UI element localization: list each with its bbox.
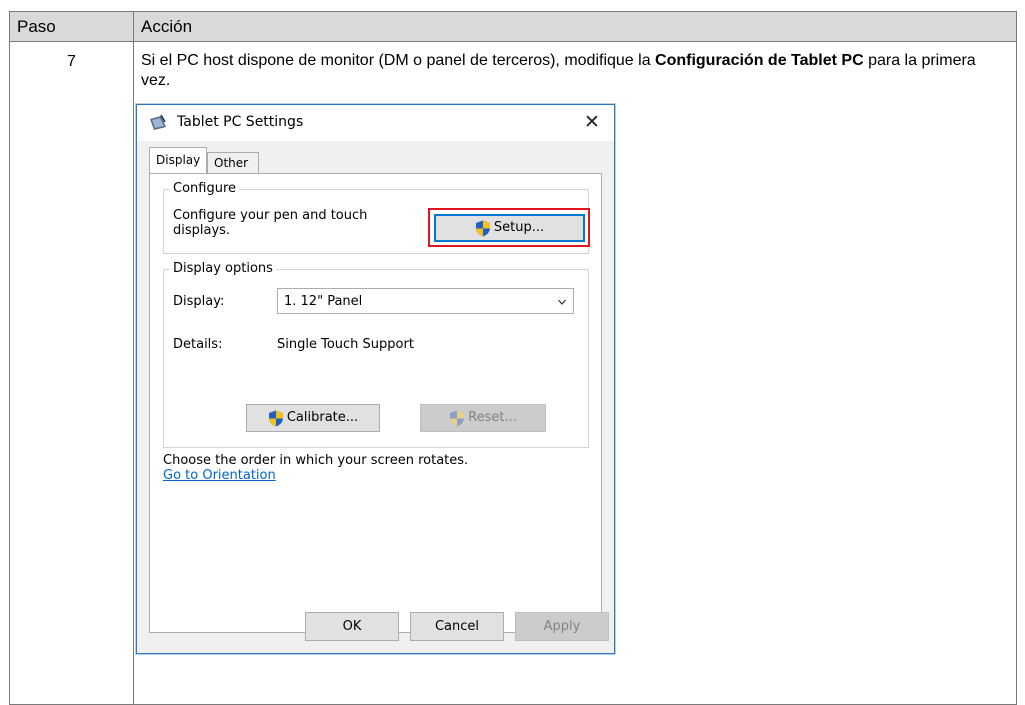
apply-button[interactable]: Apply (515, 612, 609, 641)
details-value: Single Touch Support (277, 337, 414, 352)
uac-shield-icon (268, 410, 283, 426)
orientation-text: Choose the order in which your screen ro… (163, 453, 469, 468)
display-select[interactable]: 1. 12" Panel (277, 288, 574, 314)
details-label: Details: (173, 337, 223, 352)
tablet-pc-icon (150, 115, 166, 130)
tablet-pc-settings-dialog: Tablet PC Settings ✕ Display Other Confi… (136, 104, 615, 654)
configure-legend: Configure (170, 181, 240, 196)
display-label: Display: (173, 294, 225, 309)
display-options-group: Display options Display: 1. 12" Panel De… (163, 261, 589, 448)
procedure-table: Paso Acción 7 Si el PC host dispone de m… (9, 11, 1017, 705)
header-step: Paso (9, 11, 134, 42)
ok-button[interactable]: OK (305, 612, 399, 641)
cancel-button[interactable]: Cancel (410, 612, 504, 641)
display-select-value: 1. 12" Panel (284, 294, 363, 309)
uac-shield-icon (475, 220, 490, 236)
action-cell: Si el PC host dispone de monitor (DM o p… (133, 41, 1017, 705)
uac-shield-icon (450, 410, 465, 426)
configure-description: Configure your pen and touch displays. (173, 208, 368, 238)
setup-button-label: Setup... (493, 220, 545, 235)
dialog-title: Tablet PC Settings (177, 114, 304, 130)
tab-panel-display: Configure Configure your pen and touch d… (149, 173, 602, 633)
instruction-text: Si el PC host dispone de monitor (DM o p… (134, 42, 1016, 91)
reset-button-label: Reset... (468, 410, 517, 425)
table-row: 7 Si el PC host dispone de monitor (DM o… (9, 41, 1017, 705)
instruction-bold: Configuración de Tablet PC (655, 52, 864, 69)
table-header-row: Paso Acción (9, 11, 1017, 42)
calibrate-button-label: Calibrate... (286, 410, 359, 425)
go-to-orientation-link[interactable]: Go to Orientation (163, 468, 276, 483)
tab-other[interactable]: Other (207, 152, 259, 174)
chevron-down-icon (558, 299, 566, 305)
close-icon[interactable]: ✕ (572, 105, 612, 139)
header-action: Acción (133, 11, 1017, 42)
calibrate-button[interactable]: Calibrate... (246, 404, 380, 432)
dialog-titlebar: Tablet PC Settings ✕ (137, 105, 614, 141)
configure-group: Configure Configure your pen and touch d… (163, 181, 590, 254)
tab-display[interactable]: Display (149, 147, 207, 173)
display-options-legend: Display options (170, 261, 276, 276)
step-number: 7 (9, 41, 134, 705)
instruction-pre: Si el PC host dispone de monitor (DM o p… (141, 52, 656, 69)
setup-button[interactable]: Setup... (434, 214, 585, 242)
reset-button[interactable]: Reset... (420, 404, 546, 432)
